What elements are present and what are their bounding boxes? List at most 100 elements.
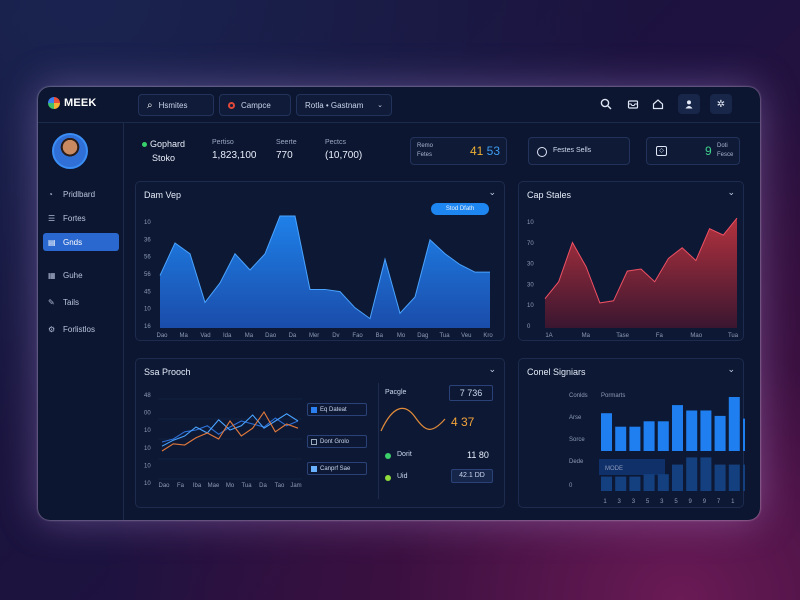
y-tick-label: 10 bbox=[144, 307, 151, 313]
badge-label: MODE bbox=[605, 466, 623, 472]
wave-line bbox=[380, 407, 446, 432]
mini-value-1: 7 736 bbox=[459, 388, 483, 398]
home-icon[interactable] bbox=[650, 96, 666, 112]
legend-item[interactable]: Dont Grolo bbox=[307, 435, 367, 448]
x-tick-label: Fa bbox=[656, 333, 664, 339]
stat-value: 770 bbox=[276, 150, 293, 161]
x-tick-label: Tase bbox=[616, 333, 629, 339]
y-tick-label: 48 bbox=[144, 393, 151, 399]
sidebar-item-dashboard[interactable]: ◔ Pridlbard bbox=[43, 185, 119, 203]
filter-dropdown[interactable]: Rotla • Gastnam ⌄ bbox=[296, 94, 392, 116]
area-fill bbox=[545, 218, 737, 328]
x-tick-label: Kro bbox=[483, 333, 493, 339]
summary-card-remo[interactable]: Remo Fetes 41 53 bbox=[410, 137, 507, 165]
x-tick-label: Ma bbox=[245, 333, 254, 339]
search-icon: ⌕ bbox=[147, 99, 153, 111]
search-pill[interactable]: ⌕ Hsmites bbox=[138, 94, 214, 116]
stat-value: 1,823,100 bbox=[212, 150, 257, 161]
search-pill-label: Hsmites bbox=[158, 100, 188, 110]
sidebar-item-gnds[interactable]: ▤ Gnds bbox=[43, 233, 119, 251]
chart-icon: ▤ bbox=[48, 237, 56, 247]
app-logo-text: MEEK bbox=[64, 97, 97, 109]
bar-upper bbox=[643, 421, 655, 451]
chevron-down-icon[interactable]: ⌄ bbox=[488, 364, 496, 375]
y-tick-label: Arse bbox=[569, 415, 582, 421]
summary-card-value-text: 41 53 bbox=[469, 144, 500, 158]
inbox-icon[interactable] bbox=[625, 96, 641, 112]
legend-swatch-icon bbox=[311, 438, 317, 445]
user-icon bbox=[685, 100, 693, 109]
sidebar-item-fortes[interactable]: ☰ Fortes bbox=[43, 209, 119, 227]
bar-upper bbox=[700, 410, 712, 451]
bars-chart-card: Conel Signiars ⌄ Pormarts Conlds Arse Sorce… bbox=[518, 358, 745, 508]
legend-item[interactable]: Canprf Sae bbox=[307, 462, 367, 475]
x-tick-label: Iba bbox=[193, 483, 202, 489]
search-icon[interactable] bbox=[598, 96, 614, 112]
chevron-down-icon: ⌄ bbox=[377, 102, 383, 109]
top-bar: MEEK ⌕ Hsmites Campce Rotla • Gastnam ⌄ … bbox=[38, 87, 760, 123]
bar-lower bbox=[601, 476, 612, 491]
summary-card-sells[interactable]: Festes Sells bbox=[528, 137, 630, 165]
x-tick-label: 9 bbox=[689, 499, 693, 505]
lines-chart: 48 00 10 10 10 10 Dao Fa Iba Mae Mo Tua Da Tao Jam bbox=[144, 393, 302, 489]
compose-pill[interactable]: Campce bbox=[219, 94, 291, 116]
stat-pectcs: Pectcs (10,700) bbox=[325, 139, 362, 161]
status-dot-icon bbox=[385, 453, 391, 459]
x-tick-label: Tua bbox=[439, 333, 450, 339]
summary-card-doti[interactable]: ◇ 9 Doti Fesce bbox=[646, 137, 740, 165]
x-tick-label: Veu bbox=[461, 333, 471, 339]
y-tick-label: 10 bbox=[144, 481, 151, 487]
x-tick-label: Jam bbox=[290, 483, 301, 489]
y-tick-label: Dede bbox=[569, 459, 584, 465]
mini-row1-value: 11 80 bbox=[467, 450, 489, 460]
mini-panel: Pacgle 7 736 4 37 Dorit 11 80 Uid 42.1 D… bbox=[378, 383, 496, 499]
x-tick-label: Ma bbox=[582, 333, 591, 339]
bar-lower bbox=[714, 464, 726, 491]
x-tick-label: Dao bbox=[265, 333, 277, 339]
y-tick-label: 10 bbox=[144, 446, 151, 452]
sidebar-item-label: Guhe bbox=[63, 270, 83, 280]
sidebar-item-tails[interactable]: ✎ Tails bbox=[43, 293, 119, 311]
app-logo[interactable]: MEEK bbox=[48, 97, 97, 109]
avatar[interactable] bbox=[52, 133, 88, 169]
y-tick-label: 45 bbox=[144, 289, 151, 295]
x-tick-label: Tao bbox=[275, 483, 285, 489]
bar-lower bbox=[728, 464, 740, 491]
y-tick-label: 10 bbox=[144, 428, 151, 434]
x-tick-label: Mo bbox=[397, 333, 406, 339]
settings-button[interactable]: ✲ bbox=[710, 94, 732, 114]
side-chart-card: Cap Stales ⌄ 10 70 30 30 10 0 1A Ma Tase Fa Mao Tua bbox=[518, 181, 744, 341]
mini-wave-chart bbox=[380, 407, 446, 432]
x-tick-label: 7 bbox=[717, 499, 721, 505]
legend-item[interactable]: Eq Dateat bbox=[307, 403, 367, 416]
y-tick-label: 10 bbox=[144, 463, 151, 469]
y-tick-label: 10 bbox=[527, 220, 534, 226]
stat-label: Pertiso bbox=[212, 139, 234, 146]
sidebar-item-guhe[interactable]: ▦ Guhe bbox=[43, 266, 119, 284]
x-tick-label: Tua bbox=[241, 483, 252, 489]
mini-panel-label: Pacgle bbox=[385, 389, 407, 396]
bar-lower bbox=[615, 476, 627, 491]
x-tick-label: Dv bbox=[332, 333, 339, 339]
x-tick-label: Mer bbox=[309, 333, 319, 339]
bar-upper bbox=[714, 415, 726, 451]
bar-upper bbox=[672, 405, 683, 451]
settings-icon: ✲ bbox=[716, 98, 726, 110]
user-button[interactable] bbox=[678, 94, 700, 114]
sidebar-item-forlistlos[interactable]: ⚙ Forlistlos bbox=[43, 320, 119, 338]
y-tick-label: 56 bbox=[144, 255, 151, 261]
record-icon bbox=[228, 101, 235, 109]
stat-label: Seerte bbox=[276, 139, 297, 146]
dashboard-icon: ◔ bbox=[48, 189, 53, 199]
mini-row2-label: Uid bbox=[397, 473, 408, 480]
x-tick-label: Ba bbox=[376, 333, 384, 339]
legend-label: Pormarts bbox=[601, 393, 625, 399]
stat-label: Pectcs bbox=[325, 139, 347, 146]
image-icon: ◇ bbox=[656, 146, 667, 156]
y-tick-label: 00 bbox=[144, 411, 151, 417]
y-tick-label: 10 bbox=[144, 220, 151, 226]
summary-card-labels: Doti Fesce bbox=[717, 142, 733, 160]
x-tick-label: Ida bbox=[223, 333, 232, 339]
bar-lower bbox=[643, 474, 655, 491]
profile-sub: Stoko bbox=[152, 153, 176, 163]
